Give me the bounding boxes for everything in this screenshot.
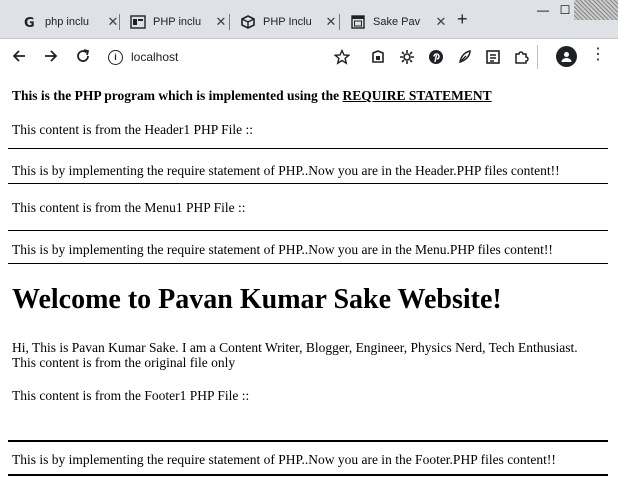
tab-php-include-3[interactable]: PHP Inclu ✕ [240,6,337,38]
url-text: localhost [131,50,179,64]
close-icon[interactable]: ✕ [435,14,447,30]
info-icon[interactable]: i [108,49,123,65]
divider [8,263,608,264]
forward-button[interactable] [40,45,62,67]
svg-text:G: G [24,16,35,29]
bio-paragraph: Hi, This is Pavan Kumar Sake. I am a Con… [12,340,578,370]
page-heading: Welcome to Pavan Kumar Sake Website! [12,284,502,315]
google-icon: G [22,14,38,30]
reader-icon[interactable] [484,48,502,66]
footer-content-text: This content is from the Footer1 PHP Fil… [12,388,250,403]
toolbar-divider [537,45,538,69]
window-icon [350,14,366,30]
tab-php-include-google[interactable]: G php inclu ✕ [22,6,119,38]
profile-avatar[interactable] [556,46,577,67]
new-tab-button[interactable]: + [457,10,468,28]
footer-message-text: This is by implementing the require stat… [12,452,556,467]
address-bar[interactable]: i localhost [108,43,358,71]
close-icon[interactable]: ✕ [107,14,119,30]
close-icon[interactable]: ✕ [215,14,227,30]
reload-icon [77,49,90,62]
tab-php-include-2[interactable]: PHP inclu ✕ [130,6,227,38]
divider [8,440,608,442]
divider [8,230,608,231]
menu-content-text: This content is from the Menu1 PHP File … [12,200,246,215]
back-button[interactable] [8,45,30,67]
header-content-text: This content is from the Header1 PHP Fil… [12,122,253,137]
avatar-icon [561,52,572,62]
divider [8,474,608,476]
tab-divider [339,14,340,30]
intro-text: This is the PHP program which is impleme… [12,88,340,103]
puzzle-extensions-icon[interactable] [512,48,530,66]
reload-button[interactable] [72,45,94,67]
feather-icon[interactable] [456,48,474,66]
tab-sake-pavan[interactable]: Sake Pav ✕ [350,6,447,38]
close-icon[interactable]: ✕ [325,14,337,30]
bookmark-star-icon[interactable] [333,48,351,66]
tab-divider [229,14,230,30]
divider [8,183,608,184]
tab-strip: G php inclu ✕ PHP inclu ✕ PHP Inclu ✕ Sa… [0,0,618,39]
arrow-left-icon [12,50,25,62]
tab-label: PHP Inclu [263,16,312,28]
tab-divider [119,14,120,30]
require-statement-link[interactable]: REQUIRE STATEMENT [343,88,492,103]
extension-icon[interactable] [369,48,387,66]
window-close-button[interactable] [574,0,618,20]
pinterest-icon[interactable] [427,48,445,66]
tab-label: Sake Pav [373,16,421,28]
intro-paragraph: This is the PHP program which is impleme… [12,88,492,104]
tab-label: php inclu [45,16,90,28]
menu-kebab-icon[interactable]: ⋮ [590,47,606,63]
menu-message-text: This is by implementing the require stat… [12,242,553,257]
php-icon [130,14,146,30]
settings-gear-icon[interactable] [398,48,416,66]
divider [8,148,608,149]
browser-toolbar: i localhost ⋮ [0,39,618,75]
cube-icon [240,14,256,30]
tab-label: PHP inclu [153,16,202,28]
arrow-right-icon [45,50,58,62]
page-content: This is the PHP program which is impleme… [0,76,618,496]
header-message-text: This is by implementing the require stat… [12,163,560,178]
